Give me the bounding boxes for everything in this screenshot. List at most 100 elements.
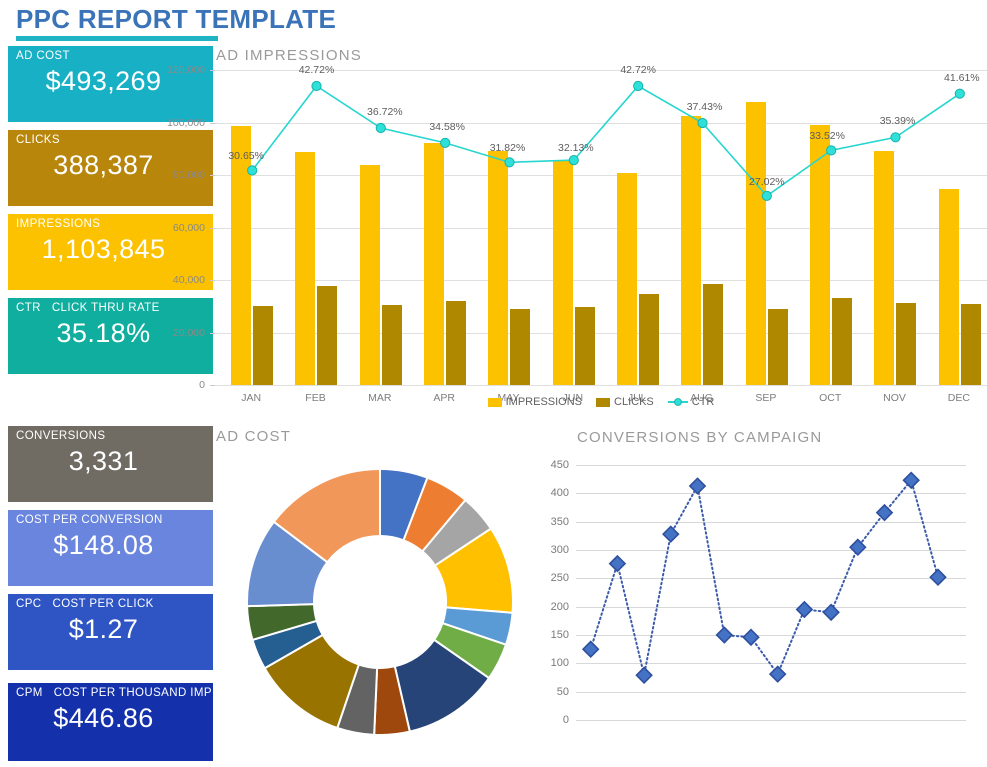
kpi-card-conversions[interactable]: CONVERSIONS 3,331	[8, 426, 213, 502]
kpi-label-text: CONVERSIONS	[16, 430, 106, 442]
impressions-bar[interactable]	[938, 189, 959, 385]
kpi-card-cost-per-thousand-imp[interactable]: CPM COST PER THOUSAND IMP $446.86	[8, 683, 213, 761]
impressions-bar[interactable]	[874, 151, 895, 385]
title-underline-rule	[16, 36, 218, 41]
ctr-data-label: 41.61%	[944, 71, 980, 84]
conversions-data-point[interactable]	[608, 554, 627, 573]
conversions-data-point[interactable]	[875, 503, 894, 522]
combo-chart-plot-area: JAN FEB MAR APR MAY JUN JUL AUG SEP OCT NOV DEC	[215, 70, 987, 404]
ctr-data-label: 31.82%	[489, 142, 526, 155]
conversions-data-point[interactable]	[688, 477, 707, 495]
combo-chart-legend: IMPRESSIONS CLICKS CTR	[215, 396, 987, 408]
bar-group[interactable]	[730, 70, 794, 385]
kpi-value: 3,331	[68, 446, 139, 476]
conversions-data-point[interactable]	[581, 640, 600, 658]
conversions-data-point[interactable]	[742, 628, 760, 647]
conversions-data-point[interactable]	[795, 600, 814, 619]
kpi-label-text: COST PER THOUSAND IMP	[53, 687, 212, 699]
kpi-value: $148.08	[53, 530, 154, 560]
clicks-bar[interactable]	[703, 283, 724, 385]
kpi-card-cost-per-click[interactable]: CPC COST PER CLICK $1.27	[8, 594, 213, 670]
impressions-bar[interactable]	[295, 152, 316, 385]
kpi-abbreviation: CPM	[16, 687, 43, 699]
impressions-bar[interactable]	[810, 125, 831, 385]
y-axis-tick	[210, 385, 215, 386]
ctr-data-label: 42.72%	[298, 63, 335, 76]
impressions-bar[interactable]	[681, 116, 702, 385]
ad-cost-chart-title: AD COST	[216, 428, 292, 445]
clicks-bar[interactable]	[767, 309, 788, 385]
kpi-label-text: CLICK THRU RATE	[51, 302, 160, 314]
clicks-bar[interactable]	[832, 298, 853, 385]
legend-label: IMPRESSIONS	[505, 396, 583, 408]
kpi-label: CPM COST PER THOUSAND IMP	[8, 686, 213, 701]
kpi-label-text: CLICKS	[16, 134, 60, 146]
clicks-bar[interactable]	[446, 301, 467, 385]
conversions-data-point[interactable]	[768, 665, 787, 683]
bar-group[interactable]	[601, 70, 665, 385]
kpi-card-clicks[interactable]: CLICKS 388,387	[8, 130, 213, 206]
legend-item-ctr[interactable]: CTR	[667, 396, 715, 408]
legend-item-clicks[interactable]: CLICKS	[596, 396, 654, 408]
kpi-label-text: COST PER CONVERSION	[16, 514, 163, 526]
bar-group[interactable]	[794, 70, 858, 385]
y-axis-label: 40,000	[172, 274, 205, 286]
kpi-label: CTR CLICK THRU RATE	[8, 301, 213, 316]
ctr-data-label: 42.72%	[620, 63, 656, 76]
y-axis-label: 300	[550, 544, 569, 556]
y-axis-label: 350	[550, 515, 569, 528]
impressions-bar[interactable]	[617, 173, 638, 385]
bar-group[interactable]	[472, 70, 536, 385]
bar-group[interactable]	[408, 70, 472, 385]
bar-group[interactable]	[215, 70, 279, 385]
impressions-bar[interactable]	[552, 160, 573, 385]
bar-group[interactable]	[279, 70, 343, 385]
legend-label: CTR	[691, 396, 715, 408]
y-axis-label: 100,000	[167, 116, 205, 129]
impressions-bar[interactable]	[745, 102, 766, 385]
clicks-bar[interactable]	[896, 302, 917, 385]
clicks-bar[interactable]	[574, 307, 595, 385]
y-axis-label: 120,000	[167, 64, 205, 76]
y-axis-label: 250	[550, 572, 569, 585]
kpi-card-cost-per-conversion[interactable]: COST PER CONVERSION $148.08	[8, 510, 213, 586]
impressions-bar[interactable]	[488, 151, 509, 385]
kpi-label-text: COST PER CLICK	[52, 598, 154, 610]
ad-impressions-chart-title: AD IMPRESSIONS	[216, 47, 362, 64]
clicks-bar[interactable]	[317, 285, 338, 385]
conversions-line-series	[581, 471, 947, 684]
ctr-data-label: 37.43%	[686, 100, 723, 113]
y-axis-label: 400	[550, 487, 569, 500]
impressions-bar[interactable]	[424, 142, 445, 385]
y-axis-label: 60,000	[172, 221, 205, 234]
ctr-data-label: 34.58%	[429, 120, 465, 133]
conversions-data-point[interactable]	[635, 666, 653, 684]
y-axis-label: 200	[550, 600, 569, 613]
clicks-bar[interactable]	[639, 294, 660, 385]
bar-group[interactable]	[923, 70, 987, 385]
kpi-label: AD COST	[8, 49, 213, 64]
clicks-bar[interactable]	[381, 304, 402, 385]
conversions-data-point[interactable]	[929, 568, 947, 586]
y-axis-label: 50	[556, 685, 569, 698]
kpi-abbreviation: CTR	[16, 302, 41, 314]
legend-item-impressions[interactable]: IMPRESSIONS	[487, 396, 583, 408]
impressions-bar[interactable]	[359, 164, 380, 385]
conversions-data-point[interactable]	[715, 626, 734, 644]
kpi-abbreviation: CPC	[16, 598, 42, 610]
y-axis-label: 0	[562, 714, 569, 726]
clicks-bar[interactable]	[253, 305, 274, 385]
clicks-bar[interactable]	[960, 304, 981, 385]
kpi-label: CLICKS	[8, 133, 213, 148]
impressions-bar[interactable]	[231, 125, 252, 385]
bar-group[interactable]	[665, 70, 729, 385]
kpi-card-ad-cost[interactable]: AD COST $493,269	[8, 46, 213, 122]
clicks-bar[interactable]	[510, 309, 531, 385]
bar-group[interactable]	[537, 70, 601, 385]
conversions-data-point[interactable]	[902, 471, 920, 490]
y-axis-label: 150	[550, 629, 569, 641]
kpi-label: CONVERSIONS	[8, 429, 213, 444]
conversions-data-point[interactable]	[822, 603, 840, 622]
conversions-data-point[interactable]	[662, 525, 680, 543]
kpi-label: COST PER CONVERSION	[8, 513, 213, 528]
